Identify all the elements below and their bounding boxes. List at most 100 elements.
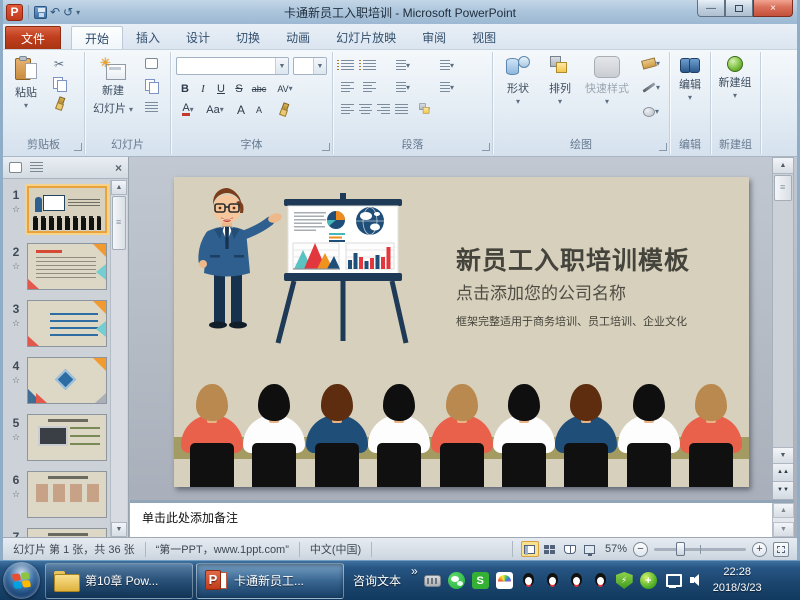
reset-button[interactable] [143,78,159,93]
shape-outline-button[interactable]: ▾ [638,80,664,95]
minimize-button[interactable]: — [697,0,725,17]
arrange-button[interactable]: 排列▾ [541,55,579,139]
next-slide-button[interactable]: ▼▼ [773,481,793,499]
section-button[interactable] [143,100,159,115]
qq-icon-3[interactable] [568,572,585,589]
notes-scrollbar[interactable]: ▲ ▼ [772,503,794,537]
security-shield-icon[interactable]: ⚡ [616,572,633,589]
align-center-button[interactable] [357,102,373,117]
scroll-down-icon[interactable]: ▼ [773,447,793,463]
paste-dropdown-arrow[interactable]: ▾ [24,102,28,110]
thumbnail-preview[interactable] [27,243,107,290]
ribbon-tab-审阅[interactable]: 审阅 [409,26,459,49]
ribbon-tab-设计[interactable]: 设计 [173,26,223,49]
cut-button[interactable]: ✂ [51,56,67,71]
layout-button[interactable] [143,56,159,71]
copy-button[interactable] [51,76,67,91]
zoom-slider-thumb[interactable] [676,542,685,556]
new-group-button[interactable]: 新建组▾ [713,55,757,139]
scroll-up-icon[interactable]: ▲ [773,158,793,174]
taskbar-button-powerpoint[interactable]: P 卡通新员工... [196,563,344,599]
ribbon-tab-幻灯片放映[interactable]: 幻灯片放映 [323,26,409,49]
outline-tab[interactable] [30,162,43,173]
slide-caption[interactable]: 新员工入职培训模板 点击添加您的公司名称 框架完整适用于商务培训、员工培训、企业… [456,247,741,329]
italic-button[interactable]: I [195,81,211,96]
close-button[interactable]: × [753,0,793,17]
shapes-button[interactable]: 形状▾ [499,55,537,139]
wechat-icon[interactable] [448,572,465,589]
start-button[interactable] [3,562,40,599]
bullets-button[interactable] [339,58,355,73]
scrollbar-track[interactable] [773,202,793,447]
shadow-button[interactable]: abc [251,81,267,96]
slide-thumbnail-2[interactable]: 2☆ [7,243,107,295]
animation-star-icon[interactable]: ☆ [7,261,25,272]
sogou-icon[interactable]: S [472,572,489,589]
zoom-out-button[interactable]: − [633,542,648,557]
powerpoint-app-icon[interactable]: P [6,4,23,21]
previous-slide-button[interactable]: ▲▲ [773,463,793,481]
taskbar-clock[interactable]: 22:28 2018/3/23 [713,565,762,597]
new-slide-button[interactable]: ✳ 新建 幻灯片 ▾ [89,55,137,139]
drawing-dialog-launcher[interactable] [659,143,667,151]
rainbow-browser-icon[interactable] [496,572,513,589]
desktop-toolbar-label[interactable]: 咨询文本 [347,572,407,589]
antivirus-ball-icon[interactable]: + [640,572,657,589]
taskbar-button-folder[interactable]: 第10章 Pow... [45,563,193,599]
convert-smartart-button[interactable]: ▾ [415,102,431,117]
normal-view-button[interactable] [521,541,539,557]
thumbnail-preview[interactable] [27,528,107,537]
slide-sorter-view-button[interactable] [541,541,559,557]
change-case-button[interactable]: Aa▾ [203,102,227,117]
grow-font-button[interactable]: A [233,102,249,117]
shrink-font-button[interactable]: A [251,102,267,117]
reading-view-button[interactable] [561,541,579,557]
thumbnail-preview[interactable] [27,357,107,404]
toolbar-overflow-chevron[interactable]: » [407,564,422,578]
file-tab[interactable]: 文件 [5,26,61,49]
ribbon-tab-插入[interactable]: 插入 [123,26,173,49]
thumbnail-scrollbar[interactable]: ▲ ▼ [110,180,127,537]
qq-icon-2[interactable] [544,572,561,589]
editing-button[interactable]: 编辑▾ [672,55,708,139]
close-panel-icon[interactable]: × [115,161,122,175]
slide-thumbnail-6[interactable]: 6☆ [7,471,107,523]
qq-icon-1[interactable] [520,572,537,589]
slide-thumbnail-4[interactable]: 4☆ [7,357,107,409]
clear-formatting-button[interactable] [275,102,291,117]
ribbon-tab-开始[interactable]: 开始 [71,26,123,49]
text-direction-button[interactable]: ▾ [439,58,455,73]
ime-keyboard-icon[interactable] [424,575,441,587]
ribbon-tab-视图[interactable]: 视图 [459,26,509,49]
undo-icon[interactable]: ↶ [50,6,60,18]
bold-button[interactable]: B [177,81,193,96]
font-size-combo[interactable]: ▼ [293,57,327,75]
font-color-button[interactable]: A▾ [177,102,199,117]
align-left-button[interactable] [339,102,355,117]
slideshow-view-button[interactable] [581,541,599,557]
paragraph-dialog-launcher[interactable] [482,143,490,151]
justify-button[interactable] [393,102,409,117]
numbering-button[interactable] [361,58,377,73]
slides-thumbnails-tab[interactable] [9,162,22,173]
thumbnail-preview[interactable] [27,471,107,518]
shape-fill-button[interactable]: ▾ [638,56,664,71]
language-indicator[interactable]: 中文(中国) [300,542,372,557]
quick-styles-button[interactable]: 快速样式▾ [581,55,633,139]
character-spacing-button[interactable]: AV▾ [273,81,297,96]
increase-indent-button[interactable] [361,80,377,95]
save-icon[interactable] [34,6,47,19]
current-slide[interactable]: 新员工入职培训模板 点击添加您的公司名称 框架完整适用于商务培训、员工培训、企业… [174,177,749,487]
scroll-up-icon[interactable]: ▲ [111,180,127,195]
network-icon[interactable] [664,572,681,589]
thumbnail-preview[interactable] [27,414,107,461]
format-painter-button[interactable] [51,96,67,111]
scrollbar-thumb[interactable] [112,196,126,250]
shape-effects-button[interactable]: ▾ [638,104,664,119]
slide-thumbnail-3[interactable]: 3☆ [7,300,107,352]
animation-star-icon[interactable]: ☆ [7,318,25,329]
scroll-up-icon[interactable]: ▲ [773,503,794,518]
zoom-slider[interactable] [654,548,746,551]
font-dialog-launcher[interactable] [322,143,330,151]
align-text-button[interactable]: ▾ [439,80,455,95]
